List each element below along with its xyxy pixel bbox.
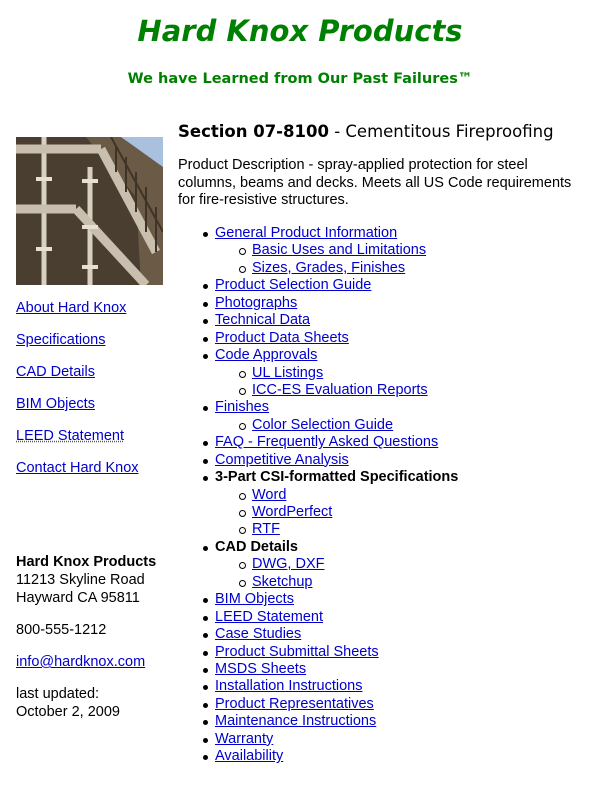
toc-link[interactable]: Product Selection Guide [215,277,371,293]
toc-list: General Product Information Basic Uses an… [178,225,458,766]
toc-item: Warranty [178,731,458,748]
section-heading: Section 07-8100 - Cementitous Fireproofi… [178,122,554,141]
toc-item: Competitive Analysis [178,452,458,469]
building-photo [16,137,163,285]
toc-item: Case Studies [178,626,458,643]
last-updated-date: October 2, 2009 [16,704,120,720]
toc-item: Product Data Sheets [178,330,458,347]
toc-link[interactable]: Product Submittal Sheets [215,644,379,660]
toc-link[interactable]: WordPerfect [252,504,332,520]
sidebar-link-about[interactable]: About Hard Knox [16,298,139,330]
toc-link[interactable]: General Product Information [215,225,397,241]
sidebar-link-cad-details[interactable]: CAD Details [16,362,139,394]
toc-link[interactable]: Photographs [215,295,297,311]
city-state-zip: Hayward CA 95811 [16,590,140,606]
toc-item: CAD Details [178,539,458,556]
toc-link[interactable]: Sizes, Grades, Finishes [252,260,405,276]
toc-item: Product Selection Guide [178,277,458,294]
toc-link[interactable]: Color Selection Guide [252,417,393,433]
toc-link[interactable]: MSDS Sheets [215,661,306,677]
sidebar-nav: About Hard Knox Specifications CAD Detai… [16,298,139,490]
toc-link[interactable]: Basic Uses and Limitations [252,242,426,258]
toc-link[interactable]: Finishes [215,399,269,415]
toc-subitem: ICC-ES Evaluation Reports [178,382,458,399]
toc-item: 3-Part CSI-formatted Specifications [178,469,458,486]
toc-link[interactable]: Installation Instructions [215,678,363,694]
toc-item: LEED Statement [178,609,458,626]
last-updated-label: last updated: [16,686,100,702]
toc-link[interactable]: BIM Objects [215,591,294,607]
section-title: - Cementitous Fireproofing [328,122,554,141]
site-title: Hard Knox Products [137,14,463,48]
toc-item: MSDS Sheets [178,661,458,678]
toc-item: Finishes [178,399,458,416]
product-description: Product Description - spray-applied prot… [178,157,572,208]
toc-item: FAQ - Frequently Asked Questions [178,434,458,451]
toc-subitem: RTF [178,521,458,538]
toc-item: Availability [178,748,458,765]
section-code: Section 07-8100 [178,122,329,141]
toc-subitem: Basic Uses and Limitations [178,242,458,259]
toc-item: Technical Data [178,312,458,329]
toc-link[interactable]: FAQ - Frequently Asked Questions [215,434,438,450]
toc-link[interactable]: RTF [252,521,280,537]
email-link[interactable]: info@hardknox.com [16,654,145,670]
toc-item: Product Submittal Sheets [178,644,458,661]
street-address: 11213 Skyline Road [16,572,145,588]
sidebar-link-specifications[interactable]: Specifications [16,330,139,362]
toc-subitem: Word [178,487,458,504]
toc-subitem: Sketchup [178,574,458,591]
sidebar-link-leed-statement[interactable]: LEED Statement [16,426,139,458]
toc-item: Product Representatives [178,696,458,713]
toc-link[interactable]: UL Listings [252,365,323,381]
toc-item: General Product Information [178,225,458,242]
toc-link[interactable]: Case Studies [215,626,301,642]
toc-link[interactable]: Product Representatives [215,696,374,712]
toc-link[interactable]: Code Approvals [215,347,317,363]
table-of-contents: General Product Information Basic Uses an… [178,225,458,766]
phone-number: 800-555-1212 [16,622,107,638]
toc-group-heading: CAD Details [215,538,298,555]
toc-item: Maintenance Instructions [178,713,458,730]
toc-subitem: DWG, DXF [178,556,458,573]
toc-item: Photographs [178,295,458,312]
toc-subitem: UL Listings [178,365,458,382]
sidebar-link-bim-objects[interactable]: BIM Objects [16,394,139,426]
construction-photo-illustration [16,137,163,285]
toc-group-heading: 3-Part CSI-formatted Specifications [215,469,459,486]
toc-link[interactable]: Product Data Sheets [215,330,349,346]
toc-link[interactable]: DWG, DXF [252,556,325,572]
company-name: Hard Knox Products [16,554,157,570]
toc-link[interactable]: Technical Data [215,312,310,328]
toc-subitem: Color Selection Guide [178,417,458,434]
toc-link[interactable]: Maintenance Instructions [215,713,376,729]
toc-link[interactable]: Competitive Analysis [215,452,349,468]
toc-link[interactable]: Availability [215,748,283,764]
toc-item: BIM Objects [178,591,458,608]
toc-link[interactable]: Sketchup [252,574,312,590]
toc-link[interactable]: Warranty [215,731,273,747]
toc-item: Code Approvals [178,347,458,364]
sidebar-link-contact[interactable]: Contact Hard Knox [16,458,139,490]
toc-subitem: Sizes, Grades, Finishes [178,260,458,277]
toc-link[interactable]: LEED Statement [215,609,323,625]
toc-item: Installation Instructions [178,678,458,695]
tagline: We have Learned from Our Past Failures™ [127,71,473,87]
toc-subitem: WordPerfect [178,504,458,521]
toc-link[interactable]: Word [252,487,286,503]
contact-address: Hard Knox Products 11213 Skyline Road Ha… [16,553,156,735]
toc-link[interactable]: ICC-ES Evaluation Reports [252,382,428,398]
